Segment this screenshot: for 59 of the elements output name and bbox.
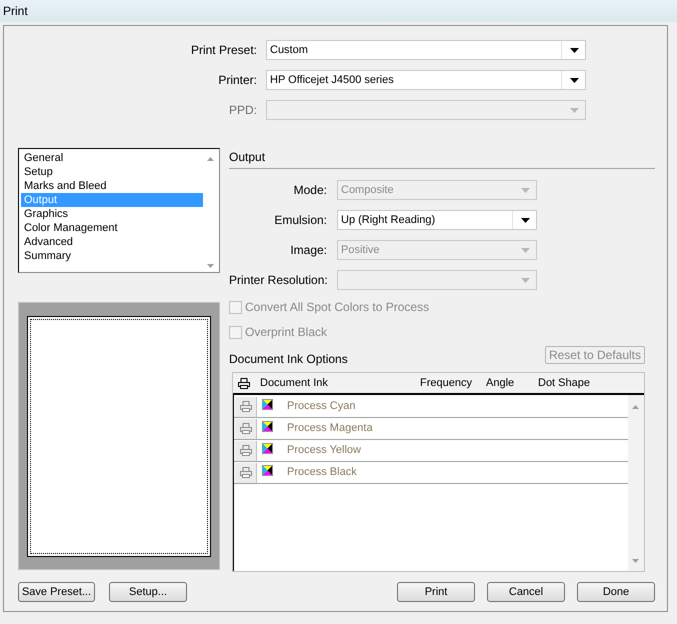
- window-title: Print: [3, 3, 28, 20]
- dropdown-caret-icon: [570, 108, 579, 112]
- ink-row[interactable]: Process Cyan: [234, 396, 628, 418]
- printer-icon: [240, 423, 252, 434]
- dialog-button[interactable]: Save Preset...: [18, 582, 95, 602]
- ink-row[interactable]: Process Magenta: [234, 418, 628, 440]
- category-item[interactable]: Summary: [21, 249, 203, 263]
- field-label: Printer:: [217, 72, 257, 89]
- category-item[interactable]: General: [21, 151, 203, 165]
- printer-icon: [240, 445, 252, 456]
- column-header: Dot Shape: [538, 376, 590, 391]
- field-label: PPD:: [228, 102, 257, 119]
- printer-icon: [240, 401, 252, 412]
- dropdown-caret-icon: [521, 278, 530, 282]
- ink-name: Process Black: [287, 465, 357, 480]
- field-label: Mode:: [292, 182, 327, 199]
- ink-row[interactable]: Process Yellow: [234, 440, 628, 462]
- section-heading: Output: [229, 148, 655, 169]
- field-label: Image:: [289, 242, 327, 259]
- dialog-button[interactable]: Done: [577, 582, 655, 602]
- dialog-button[interactable]: Print: [397, 582, 475, 602]
- print-toggle[interactable]: [235, 440, 257, 460]
- dropdown-field[interactable]: HP Officejet J4500 series: [266, 70, 586, 90]
- ink-row[interactable]: Process Black: [234, 462, 628, 484]
- ink-name: Process Magenta: [287, 421, 373, 436]
- dropdown-field[interactable]: Custom: [266, 40, 586, 60]
- ink-name: Process Yellow: [287, 443, 361, 458]
- printer-icon: [240, 467, 252, 478]
- section-heading: Document Ink Options: [229, 351, 348, 368]
- field-label: Print Preset:: [190, 42, 257, 59]
- dialog-button[interactable]: Cancel: [487, 582, 565, 602]
- dropdown-caret-icon: [570, 48, 579, 52]
- dropdown-caret-icon: [521, 248, 530, 252]
- field-label: Printer Resolution:: [229, 272, 327, 289]
- column-header: Frequency: [420, 376, 473, 391]
- printer-icon: [238, 378, 250, 388]
- column-header: Angle: [486, 376, 516, 391]
- process-ink-icon: [262, 443, 273, 454]
- ink-name: Process Cyan: [287, 399, 356, 414]
- print-toggle[interactable]: [235, 396, 257, 416]
- print-toggle[interactable]: [235, 418, 257, 438]
- dropdown-caret-icon: [521, 218, 530, 222]
- checkbox-label: Convert All Spot Colors to Process: [245, 299, 430, 316]
- dropdown-caret-icon: [521, 188, 530, 192]
- checkbox-label: Overprint Black: [245, 324, 328, 341]
- process-ink-icon: [262, 399, 273, 410]
- category-item[interactable]: Graphics: [21, 207, 203, 221]
- category-item[interactable]: Color Management: [21, 221, 203, 235]
- print-toggle[interactable]: [235, 462, 257, 482]
- process-ink-icon: [262, 465, 273, 476]
- dialog-button[interactable]: Setup...: [109, 582, 187, 602]
- process-ink-icon: [262, 421, 273, 432]
- field-label: Emulsion:: [273, 212, 327, 229]
- dropdown-field[interactable]: Up (Right Reading): [337, 210, 537, 230]
- category-item[interactable]: Marks and Bleed: [21, 179, 203, 193]
- category-item[interactable]: Advanced: [21, 235, 203, 249]
- column-header: Document Ink: [260, 376, 329, 391]
- dropdown-caret-icon: [570, 78, 579, 82]
- category-item[interactable]: Setup: [21, 165, 203, 179]
